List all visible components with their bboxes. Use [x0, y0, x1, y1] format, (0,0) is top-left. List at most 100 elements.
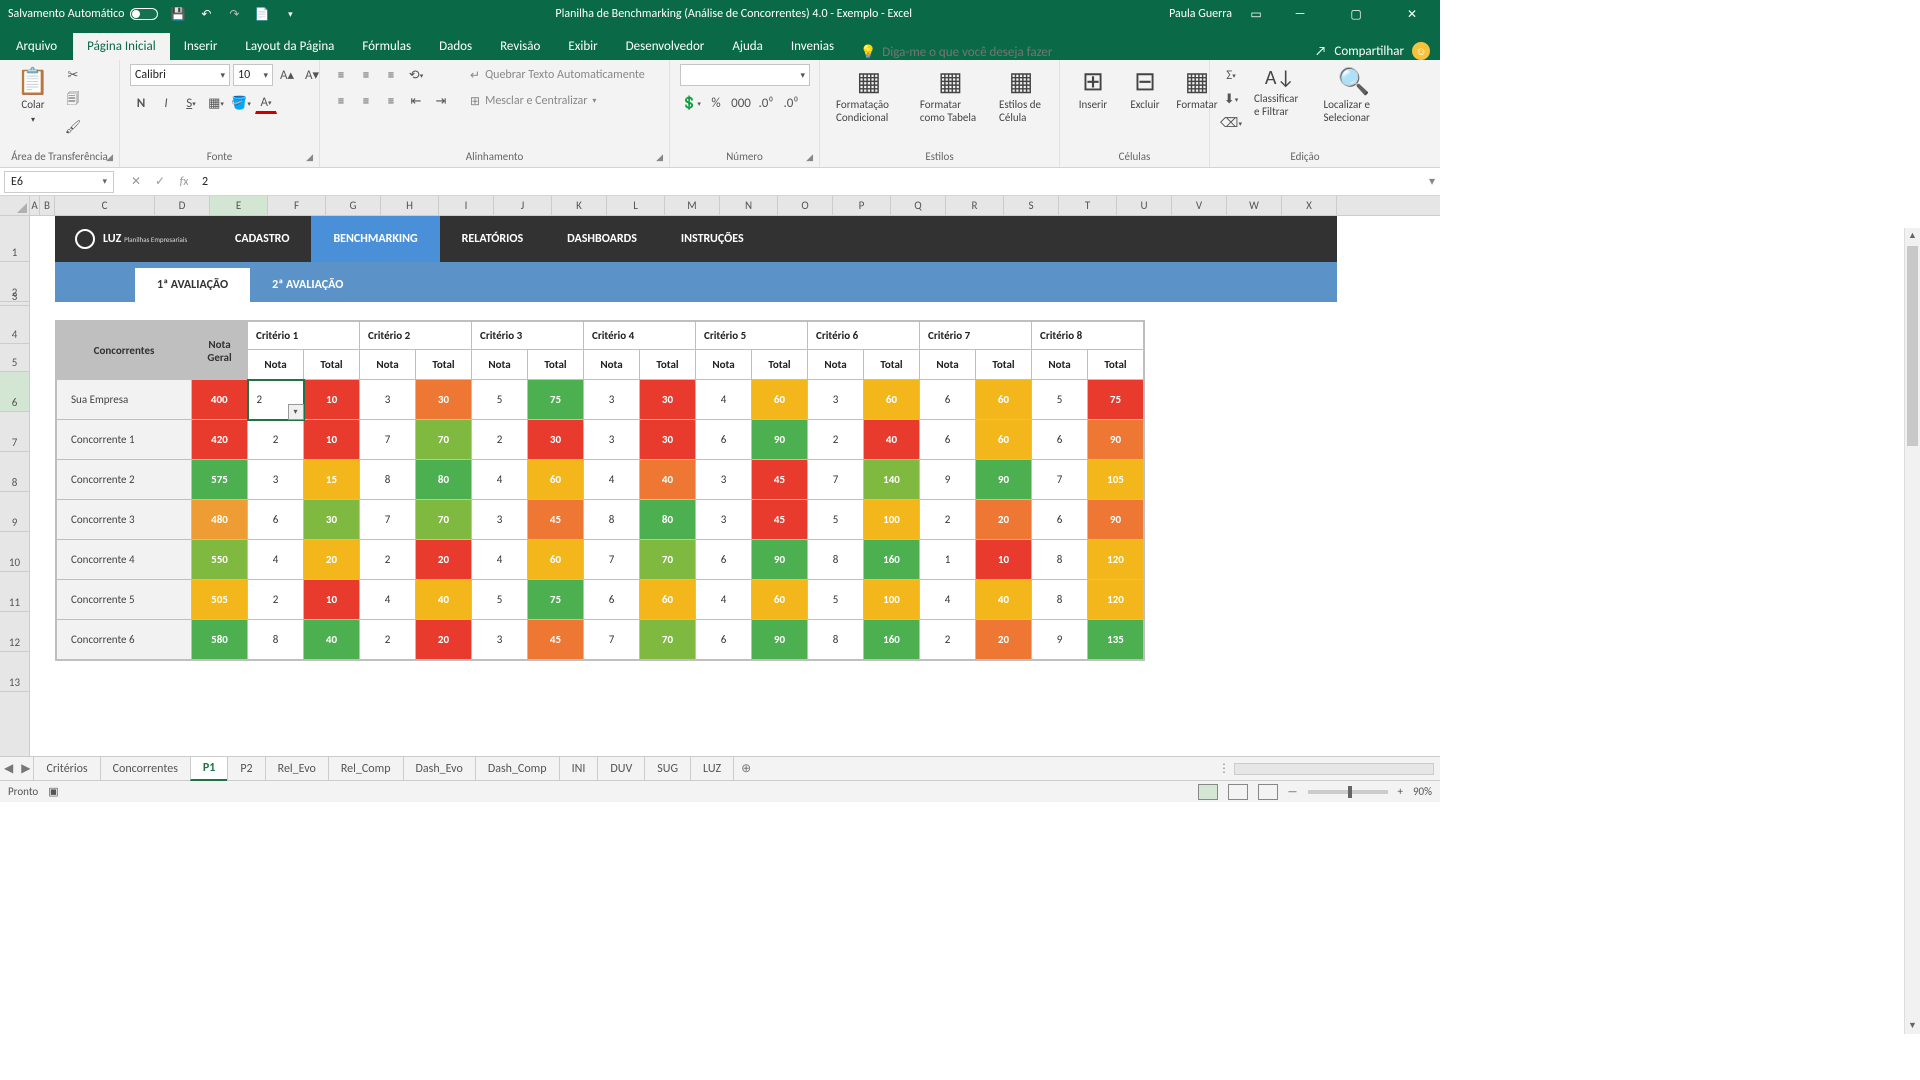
nota-cell[interactable]: 8 — [808, 540, 864, 580]
col-header-P[interactable]: P — [833, 196, 891, 215]
undo-icon[interactable]: ↶ — [198, 6, 214, 22]
nota-cell[interactable]: 4 — [360, 580, 416, 620]
nota-cell[interactable]: 5 — [808, 500, 864, 540]
nota-cell[interactable]: 2 — [808, 420, 864, 460]
nota-cell[interactable]: 2 — [360, 620, 416, 660]
nota-cell[interactable]: 4 — [472, 540, 528, 580]
nota-cell[interactable]: 5 — [808, 580, 864, 620]
tab-file[interactable]: Arquivo — [0, 33, 73, 60]
nota-cell[interactable]: 2 — [248, 420, 304, 460]
underline-button[interactable]: S▾ — [180, 92, 202, 114]
font-size-combo[interactable]: 10▾ — [233, 64, 273, 86]
sheet-tab-P2[interactable]: P2 — [227, 757, 265, 781]
tab-invenias[interactable]: Invenias — [777, 33, 848, 60]
tab-insert[interactable]: Inserir — [170, 33, 232, 60]
decrease-indent-icon[interactable]: ⇤ — [405, 90, 427, 112]
save-icon[interactable]: 💾 — [170, 6, 186, 22]
col-header-L[interactable]: L — [607, 196, 665, 215]
new-sheet-button[interactable]: ⊕ — [734, 761, 758, 776]
accounting-icon[interactable]: 💲▾ — [680, 92, 702, 114]
tab-formulas[interactable]: Fórmulas — [348, 33, 425, 60]
nota-cell[interactable]: 9 — [1032, 620, 1088, 660]
normal-view-icon[interactable] — [1198, 784, 1218, 800]
nota-cell[interactable]: 7 — [584, 540, 640, 580]
align-bottom-icon[interactable]: ≡ — [380, 64, 402, 86]
nota-cell[interactable]: 6 — [248, 500, 304, 540]
fill-icon[interactable]: ⬇▾ — [1220, 88, 1242, 110]
col-header-D[interactable]: D — [155, 196, 210, 215]
cell-styles-button[interactable]: ▦Estilos de Célula — [993, 64, 1049, 128]
nota-cell[interactable]: 3 — [360, 380, 416, 420]
tab-avaliacao-2[interactable]: 2ª AVALIAÇÃO — [250, 268, 365, 302]
nota-cell[interactable]: 3 — [696, 460, 752, 500]
tab-home[interactable]: Página Inicial — [73, 33, 170, 60]
nav-benchmarking[interactable]: BENCHMARKING — [311, 216, 439, 262]
sort-filter-button[interactable]: A↓Classificar e Filtrar — [1248, 64, 1312, 122]
delete-cells-button[interactable]: ⊟Excluir — [1122, 64, 1168, 115]
nota-cell[interactable]: 8 — [360, 460, 416, 500]
col-header-I[interactable]: I — [439, 196, 494, 215]
nota-cell[interactable]: 4 — [696, 380, 752, 420]
nota-cell[interactable]: 7 — [360, 420, 416, 460]
cancel-formula-icon[interactable]: ✕ — [124, 174, 148, 189]
number-format-combo[interactable]: ▾ — [680, 64, 810, 86]
align-center-icon[interactable]: ≡ — [355, 90, 377, 112]
bold-button[interactable]: N — [130, 92, 152, 114]
touchmode-icon[interactable]: 📄 — [254, 6, 270, 22]
nota-cell[interactable]: 5 — [472, 380, 528, 420]
autosum-icon[interactable]: Σ▾ — [1220, 64, 1242, 86]
sheet-tab-Critérios[interactable]: Critérios — [33, 757, 100, 781]
nota-cell[interactable]: 4 — [696, 580, 752, 620]
nota-cell[interactable]: 6 — [696, 540, 752, 580]
nota-cell[interactable]: 6 — [1032, 500, 1088, 540]
feedback-icon[interactable]: ☺ — [1412, 42, 1430, 60]
nav-cadastro[interactable]: CADASTRO — [213, 216, 311, 262]
merge-center-button[interactable]: ⊞Mesclar e Centralizar▾ — [466, 90, 649, 112]
sheet-tab-Dash_Comp[interactable]: Dash_Comp — [475, 757, 560, 781]
nota-cell[interactable]: 9 — [920, 460, 976, 500]
sheet-tab-Dash_Evo[interactable]: Dash_Evo — [403, 757, 476, 781]
row-header-12[interactable]: 12 — [0, 612, 29, 652]
enter-formula-icon[interactable]: ✓ — [148, 174, 172, 189]
tab-nav-next[interactable]: ▶ — [17, 761, 34, 776]
nota-cell[interactable]: 7 — [1032, 460, 1088, 500]
nota-cell[interactable]: 8 — [1032, 580, 1088, 620]
decrease-decimal-icon[interactable]: .0⁰ — [780, 92, 802, 114]
increase-indent-icon[interactable]: ⇥ — [430, 90, 452, 112]
sheet-tab-LUZ[interactable]: LUZ — [690, 757, 734, 781]
format-painter-icon[interactable]: 🖌 — [62, 116, 84, 138]
nota-cell[interactable]: 5 — [472, 580, 528, 620]
customize-qat-icon[interactable]: ▾ — [282, 6, 298, 22]
sheet-tab-Concorrentes[interactable]: Concorrentes — [100, 757, 191, 781]
nota-cell[interactable]: 1 — [920, 540, 976, 580]
nota-cell[interactable]: 8 — [584, 500, 640, 540]
ribbon-options-icon[interactable]: ▭ — [1248, 6, 1264, 22]
col-header-W[interactable]: W — [1227, 196, 1282, 215]
increase-decimal-icon[interactable]: .0⁰ — [755, 92, 777, 114]
nota-cell[interactable]: 6 — [920, 380, 976, 420]
maximize-button[interactable]: ▢ — [1336, 0, 1376, 28]
col-header-H[interactable]: H — [381, 196, 439, 215]
italic-button[interactable]: I — [155, 92, 177, 114]
row-header-8[interactable]: 8 — [0, 452, 29, 492]
col-header-S[interactable]: S — [1004, 196, 1059, 215]
nota-cell[interactable]: 8 — [808, 620, 864, 660]
col-header-V[interactable]: V — [1172, 196, 1227, 215]
tellme-input[interactable] — [882, 45, 1102, 60]
insert-cells-button[interactable]: ⊞Inserir — [1070, 64, 1116, 115]
page-layout-icon[interactable] — [1228, 784, 1248, 800]
nota-cell[interactable]: 7 — [584, 620, 640, 660]
font-name-combo[interactable]: Calibri▾ — [130, 64, 230, 86]
col-header-F[interactable]: F — [268, 196, 326, 215]
sheet-tab-INI[interactable]: INI — [559, 757, 599, 781]
page-break-icon[interactable] — [1258, 784, 1278, 800]
paste-button[interactable]: 📋 Colar▾ — [10, 64, 56, 129]
tab-review[interactable]: Revisão — [486, 33, 554, 60]
col-header-U[interactable]: U — [1117, 196, 1172, 215]
copy-icon[interactable]: 🗐 — [62, 90, 84, 112]
conditional-format-button[interactable]: ▦Formatação Condicional — [830, 64, 908, 128]
nav-instrucoes[interactable]: INSTRUÇÕES — [659, 216, 766, 262]
align-top-icon[interactable]: ≡ — [330, 64, 352, 86]
zoom-out-button[interactable]: — — [1288, 785, 1298, 798]
nav-relatorios[interactable]: RELATÓRIOS — [440, 216, 546, 262]
